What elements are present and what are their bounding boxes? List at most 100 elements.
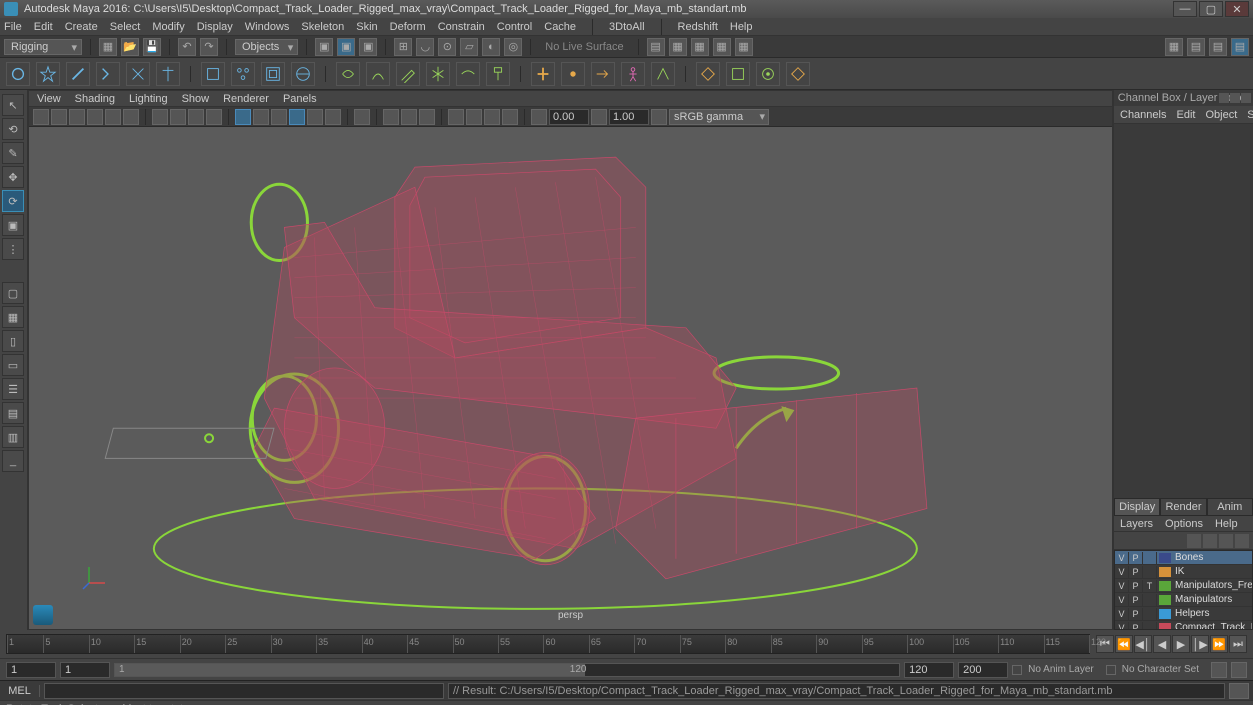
shelf-constraint-aim-icon[interactable] bbox=[591, 62, 615, 86]
rotate-tool-icon[interactable]: ⟳ bbox=[2, 190, 24, 212]
shelf-paint-weights-icon[interactable] bbox=[396, 62, 420, 86]
snap-surface-icon[interactable]: ◐ bbox=[482, 38, 500, 56]
single-pane-icon[interactable]: ▢ bbox=[2, 282, 24, 304]
hypershade-layout-icon[interactable]: ▥ bbox=[2, 426, 24, 448]
snap-grid-icon[interactable]: ⊞ bbox=[394, 38, 412, 56]
anim-start-input[interactable]: 1 bbox=[6, 662, 56, 678]
menu-edit[interactable]: Edit bbox=[34, 21, 53, 33]
new-scene-icon[interactable]: ▦ bbox=[99, 38, 117, 56]
layer-type-toggle[interactable] bbox=[1143, 566, 1157, 578]
smooth-shade-icon[interactable] bbox=[253, 109, 269, 125]
layer-playback-toggle[interactable]: P bbox=[1129, 594, 1143, 606]
lights-icon[interactable] bbox=[307, 109, 323, 125]
panel-menu-shading[interactable]: Shading bbox=[75, 93, 115, 105]
layer-color-swatch[interactable] bbox=[1159, 623, 1171, 631]
layer-color-swatch[interactable] bbox=[1159, 553, 1171, 563]
isolate-select-icon[interactable] bbox=[354, 109, 370, 125]
shelf-ik-icon[interactable] bbox=[96, 62, 120, 86]
motion-blur-icon[interactable] bbox=[466, 109, 482, 125]
layer-row[interactable]: VPManipulators bbox=[1115, 593, 1252, 607]
menu-deform[interactable]: Deform bbox=[390, 21, 426, 33]
scale-tool-icon[interactable]: ▣ bbox=[2, 214, 24, 236]
layer-tab-anim[interactable]: Anim bbox=[1207, 498, 1253, 516]
menu-help[interactable]: Help bbox=[730, 21, 753, 33]
shadows-icon[interactable] bbox=[325, 109, 341, 125]
layer-row[interactable]: VPBones bbox=[1115, 551, 1252, 565]
playback-end-input[interactable]: 120 bbox=[904, 662, 954, 678]
last-tool-icon[interactable]: ⋮ bbox=[2, 238, 24, 260]
shelf-quickrig-icon[interactable] bbox=[651, 62, 675, 86]
range-slider[interactable]: 1 120 bbox=[114, 663, 900, 677]
step-back-icon[interactable]: ◀│ bbox=[1134, 635, 1152, 653]
panel-menu-view[interactable]: View bbox=[37, 93, 61, 105]
viewport[interactable]: persp bbox=[29, 127, 1112, 629]
layer-row[interactable]: VPTManipulators_Freez bbox=[1115, 579, 1252, 593]
construction-history-icon[interactable]: ▤ bbox=[647, 38, 665, 56]
shelf-detach-skin-icon[interactable] bbox=[366, 62, 390, 86]
cb-close-icon[interactable] bbox=[1241, 93, 1251, 103]
view-transform-icon[interactable] bbox=[651, 109, 667, 125]
new-layer-icon[interactable] bbox=[1219, 534, 1233, 548]
menu-create[interactable]: Create bbox=[65, 21, 98, 33]
channel-menu-show[interactable]: Show bbox=[1247, 109, 1253, 121]
move-layer-down-icon[interactable] bbox=[1203, 534, 1217, 548]
layer-playback-toggle[interactable]: P bbox=[1129, 566, 1143, 578]
menu-windows[interactable]: Windows bbox=[245, 21, 290, 33]
move-layer-up-icon[interactable] bbox=[1187, 534, 1201, 548]
select-tool-icon[interactable]: ↖ bbox=[2, 94, 24, 116]
layer-playback-toggle[interactable]: P bbox=[1129, 552, 1143, 564]
step-back-key-icon[interactable]: ⏪ bbox=[1115, 635, 1133, 653]
module-selector[interactable]: Rigging bbox=[4, 39, 82, 55]
panel-menu-renderer[interactable]: Renderer bbox=[223, 93, 269, 105]
wireframe-on-shaded-icon[interactable] bbox=[289, 109, 305, 125]
prefs-icon[interactable] bbox=[1231, 662, 1247, 678]
shelf-smooth-weights-icon[interactable] bbox=[456, 62, 480, 86]
layer-vis-toggle[interactable]: V bbox=[1115, 622, 1129, 631]
layer-color-swatch[interactable] bbox=[1159, 567, 1171, 577]
gamma-icon[interactable] bbox=[591, 109, 607, 125]
layer-row[interactable]: VPHelpers bbox=[1115, 607, 1252, 621]
xray-icon[interactable] bbox=[383, 109, 399, 125]
menu-cache[interactable]: Cache bbox=[544, 21, 576, 33]
film-gate-icon[interactable] bbox=[170, 109, 186, 125]
undo-icon[interactable]: ↶ bbox=[178, 38, 196, 56]
menu-skin[interactable]: Skin bbox=[356, 21, 377, 33]
shelf-handle-icon[interactable] bbox=[126, 62, 150, 86]
textured-icon[interactable] bbox=[271, 109, 287, 125]
shelf-hik-icon[interactable] bbox=[756, 62, 780, 86]
play-back-icon[interactable]: ◀ bbox=[1153, 635, 1171, 653]
wireframe-icon[interactable] bbox=[235, 109, 251, 125]
shelf-constraint-parent-icon[interactable] bbox=[531, 62, 555, 86]
panel-menu-show[interactable]: Show bbox=[182, 93, 210, 105]
layer-type-toggle[interactable] bbox=[1143, 594, 1157, 606]
layer-playback-toggle[interactable]: P bbox=[1129, 622, 1143, 631]
close-button[interactable]: ✕ bbox=[1225, 1, 1249, 17]
xray-components-icon[interactable] bbox=[419, 109, 435, 125]
exposure-input[interactable]: 0.00 bbox=[549, 109, 589, 125]
menu-modify[interactable]: Modify bbox=[152, 21, 184, 33]
step-forward-key-icon[interactable]: ⏩ bbox=[1210, 635, 1228, 653]
shelf-lattice-icon[interactable] bbox=[201, 62, 225, 86]
menu-redshift[interactable]: Redshift bbox=[678, 21, 718, 33]
selection-mask-dropdown[interactable]: Objects bbox=[235, 39, 298, 55]
anim-end-input[interactable]: 200 bbox=[958, 662, 1008, 678]
outliner-layout-icon[interactable]: ☰ bbox=[2, 378, 24, 400]
minimize-button[interactable]: — bbox=[1173, 1, 1197, 17]
channel-menu-object[interactable]: Object bbox=[1205, 109, 1237, 121]
resolution-gate-icon[interactable] bbox=[188, 109, 204, 125]
script-editor-icon[interactable] bbox=[1229, 683, 1249, 699]
shelf-pose-icon[interactable] bbox=[726, 62, 750, 86]
xray-joints-icon[interactable] bbox=[401, 109, 417, 125]
render-frame-icon[interactable]: ▦ bbox=[669, 38, 687, 56]
panel-menu-panels[interactable]: Panels bbox=[283, 93, 317, 105]
command-input[interactable] bbox=[44, 683, 444, 699]
cmd-language-label[interactable]: MEL bbox=[0, 685, 40, 697]
shelf-mirror-weights-icon[interactable] bbox=[426, 62, 450, 86]
shelf-bind-skin-icon[interactable] bbox=[336, 62, 360, 86]
aa-icon[interactable] bbox=[484, 109, 500, 125]
save-scene-icon[interactable]: 💾 bbox=[143, 38, 161, 56]
new-layer-assign-icon[interactable] bbox=[1235, 534, 1249, 548]
snap-point-icon[interactable]: ⊙ bbox=[438, 38, 456, 56]
two-pane-v-icon[interactable]: ▯ bbox=[2, 330, 24, 352]
cb-wide-icon[interactable] bbox=[1230, 93, 1240, 103]
